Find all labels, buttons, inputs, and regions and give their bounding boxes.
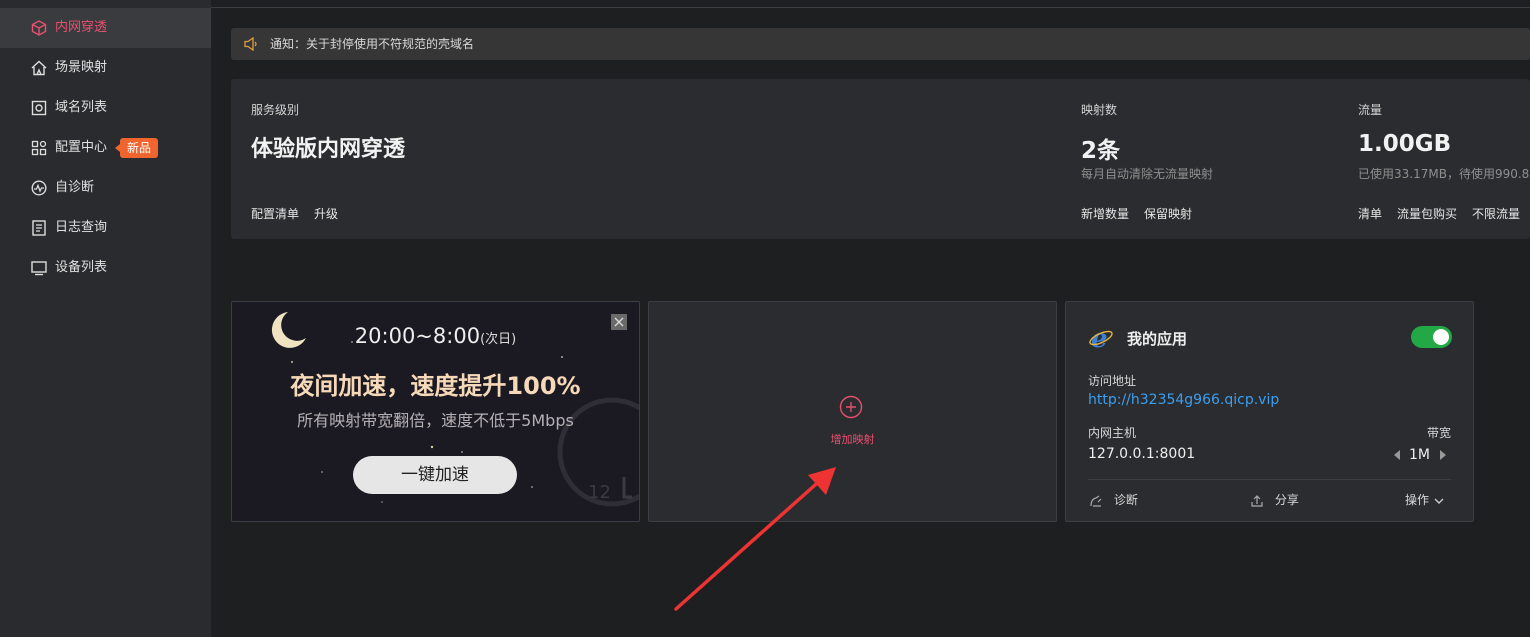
new-product-badge: 新品 [114,138,159,158]
traffic-list-link[interactable]: 清单 [1358,205,1382,222]
ad-title: 夜间加速，速度提升100% [290,372,581,400]
toggle-knob [1433,329,1449,345]
my-app-card: e 我的应用 访问地址 http://h32354g966.qicp.vip 内… [1065,301,1474,522]
grid-icon [31,140,47,156]
diagnose-icon [1090,495,1102,507]
diagnose-button[interactable]: 诊断 [1088,491,1138,509]
sidebar-item-label: 域名列表 [55,100,108,115]
plus-circle-icon [839,395,863,419]
traffic-note: 已使用33.17MB，待使用990.83 [1358,167,1530,181]
ad-subtitle: 所有映射带宽翻倍，速度不低于5Mbps [297,411,574,430]
ad-close-button[interactable] [611,314,627,330]
service-panel: 服务级别 体验版内网穿透 配置清单 升级 映射数 2条 每月自动清除无流量映射 … [231,79,1530,239]
sidebar: 内网穿透 场景映射 域名列表 配置中心 新品 自诊断 日志查询 设备列表 [0,0,211,637]
intranet-host-value: 127.0.0.1:8001 [1088,446,1196,462]
sidebar-item-label: 日志查询 [55,220,108,235]
bandwidth-value: 1M [1409,447,1430,463]
one-click-boost-button[interactable]: 一键加速 [353,456,517,494]
mapping-count-value: 2条 [1081,138,1121,164]
sidebar-item-label: 场景映射 [55,60,108,75]
sidebar-item-label: 配置中心 [55,140,108,155]
pulse-icon [31,180,47,196]
cube-icon [31,20,47,36]
share-button[interactable]: 分享 [1249,491,1299,509]
sidebar-item-device-list[interactable]: 设备列表 [0,248,211,288]
app-enabled-toggle[interactable] [1411,326,1452,348]
ad-time-range: 20:00~8:00(次日) [354,324,517,348]
monitor-icon [31,261,47,276]
notice-text[interactable]: 通知：关于封停使用不符规范的壳域名 [270,36,474,52]
mapping-count-label: 映射数 [1081,103,1118,117]
mapping-note: 每月自动清除无流量映射 [1081,167,1214,181]
red-arrow-annotation [674,467,836,611]
config-list-link[interactable]: 配置清单 [251,205,299,222]
upgrade-link[interactable]: 升级 [314,205,338,222]
domain-icon [31,100,47,116]
sidebar-item-config-center[interactable]: 配置中心 新品 [0,128,211,168]
header-divider [211,7,1530,8]
share-icon [1251,494,1263,507]
sidebar-item-label: 设备列表 [55,260,108,275]
bandwidth-increase-icon[interactable] [1440,450,1446,460]
notice-bar[interactable]: 通知：关于封停使用不符规范的壳域名 [231,28,1530,60]
sidebar-item-scene-mapping[interactable]: 场景映射 [0,48,211,88]
unlimited-traffic-link[interactable]: 不限流量 [1472,205,1520,222]
document-icon [32,220,46,236]
sidebar-item-self-diagnosis[interactable]: 自诊断 [0,168,211,208]
traffic-value: 1.00GB [1358,131,1452,157]
clock-number: 12 [588,482,611,503]
bandwidth-label: 带宽 [1427,426,1452,440]
speaker-icon [244,37,257,51]
house-icon [31,60,47,76]
service-level-value: 体验版内网穿透 [251,137,406,162]
traffic-label: 流量 [1358,103,1383,117]
sidebar-item-domain-list[interactable]: 域名列表 [0,88,211,128]
add-quantity-link[interactable]: 新增数量 [1081,205,1129,222]
traffic-package-link[interactable]: 流量包购买 [1397,205,1457,222]
chevron-down-icon [1434,498,1444,504]
service-level-label: 服务级别 [251,103,300,117]
card-divider [1088,479,1451,480]
bandwidth-stepper: 1M [1388,447,1452,465]
add-mapping-label: 增加映射 [830,433,875,446]
reserve-mapping-link[interactable]: 保留映射 [1144,205,1192,222]
intranet-host-label: 内网主机 [1088,426,1137,440]
sidebar-item-label: 自诊断 [55,180,95,195]
bandwidth-decrease-icon[interactable] [1394,450,1400,460]
close-icon [614,317,624,327]
access-address-label: 访问地址 [1088,374,1137,388]
ie-logo-icon: e [1089,324,1113,350]
night-boost-ad[interactable]: 20:00~8:00(次日) 夜间加速，速度提升100% 所有映射带宽翻倍，速度… [231,301,640,522]
access-url-link[interactable]: http://h32354g966.qicp.vip [1088,392,1279,408]
sidebar-item-label: 内网穿透 [55,20,108,35]
sidebar-item-intranet-penetration[interactable]: 内网穿透 [0,8,211,48]
app-title: 我的应用 [1127,330,1188,348]
sidebar-item-log-query[interactable]: 日志查询 [0,208,211,248]
actions-dropdown[interactable]: 操作 [1405,491,1445,508]
